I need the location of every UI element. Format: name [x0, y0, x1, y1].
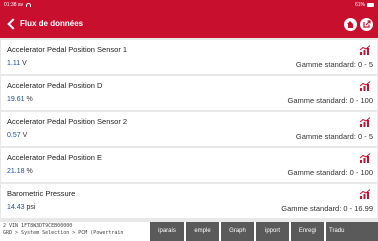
parameter-name: Accelerator Pedal Position Sensor 2: [7, 117, 128, 126]
parameter-value: 14.43 psi: [7, 204, 36, 211]
battery-percent: 61%: [354, 2, 365, 8]
record-button[interactable]: Enregi: [291, 222, 324, 241]
list-item[interactable]: Accelerator Pedal Position D 19.61% Gamm…: [1, 76, 377, 110]
parameter-value: 21.18%: [7, 168, 33, 175]
standard-range: Gamme standard: 0 - 16.99: [281, 204, 373, 213]
clock: 01:38 av: [4, 2, 24, 8]
parameter-name: Barometric Pressure: [7, 189, 76, 198]
list-item[interactable]: Accelerator Pedal Position E 21.18% Gamm…: [1, 148, 377, 182]
breadcrumb: GRD > System Selection > PCM (Powertrain: [3, 230, 124, 236]
bottom-toolbar: 2 VIN 1FT8W3DT9CEB00000 GRD > System Sel…: [0, 222, 378, 241]
translate-button[interactable]: Tradu: [326, 222, 378, 241]
parameter-value: 1.11 V: [7, 60, 27, 67]
graph-icon[interactable]: [359, 117, 371, 127]
graph-icon[interactable]: [359, 189, 371, 199]
graph-icon[interactable]: [359, 153, 371, 163]
battery-icon: [367, 3, 374, 7]
standard-range: Gamme standard: 0 - 100: [287, 168, 373, 177]
parameter-name: Accelerator Pedal Position D: [7, 81, 103, 90]
wifi-icon: [26, 3, 32, 7]
parameter-value: 0.57 V: [7, 132, 28, 139]
graph-button[interactable]: Graph: [221, 222, 254, 241]
sample-button[interactable]: emple: [186, 222, 219, 241]
parameter-value: 19.61%: [7, 96, 33, 103]
status-bar: 01:38 av 61%: [0, 0, 378, 10]
share-button[interactable]: [360, 18, 373, 31]
back-button[interactable]: [6, 18, 18, 30]
report-button[interactable]: ipport: [256, 222, 289, 241]
compare-button[interactable]: iparais: [150, 222, 184, 241]
share-icon: [363, 20, 371, 28]
graph-icon[interactable]: [359, 45, 371, 55]
home-button[interactable]: [344, 18, 357, 31]
standard-range: Gamme standard: 0 - 5: [295, 132, 373, 141]
standard-range: Gamme standard: 0 - 100: [287, 96, 373, 105]
page-title: Flux de données: [20, 19, 84, 28]
data-stream-list: Accelerator Pedal Position Sensor 1 1.11…: [0, 40, 378, 220]
list-item[interactable]: Accelerator Pedal Position Sensor 1 1.11…: [1, 40, 377, 74]
app-header: Flux de données: [0, 10, 378, 38]
standard-range: Gamme standard: 0 - 5: [295, 60, 373, 69]
graph-icon[interactable]: [359, 81, 371, 91]
vin-line: 2 VIN 1FT8W3DT9CEB00000: [3, 223, 73, 229]
parameter-name: Accelerator Pedal Position E: [7, 153, 103, 162]
vehicle-info: 2 VIN 1FT8W3DT9CEB00000 GRD > System Sel…: [0, 222, 148, 241]
list-item[interactable]: Barometric Pressure 14.43 psi Gamme stand…: [1, 184, 377, 218]
parameter-name: Accelerator Pedal Position Sensor 1: [7, 45, 128, 54]
list-item[interactable]: Accelerator Pedal Position Sensor 2 0.57…: [1, 112, 377, 146]
